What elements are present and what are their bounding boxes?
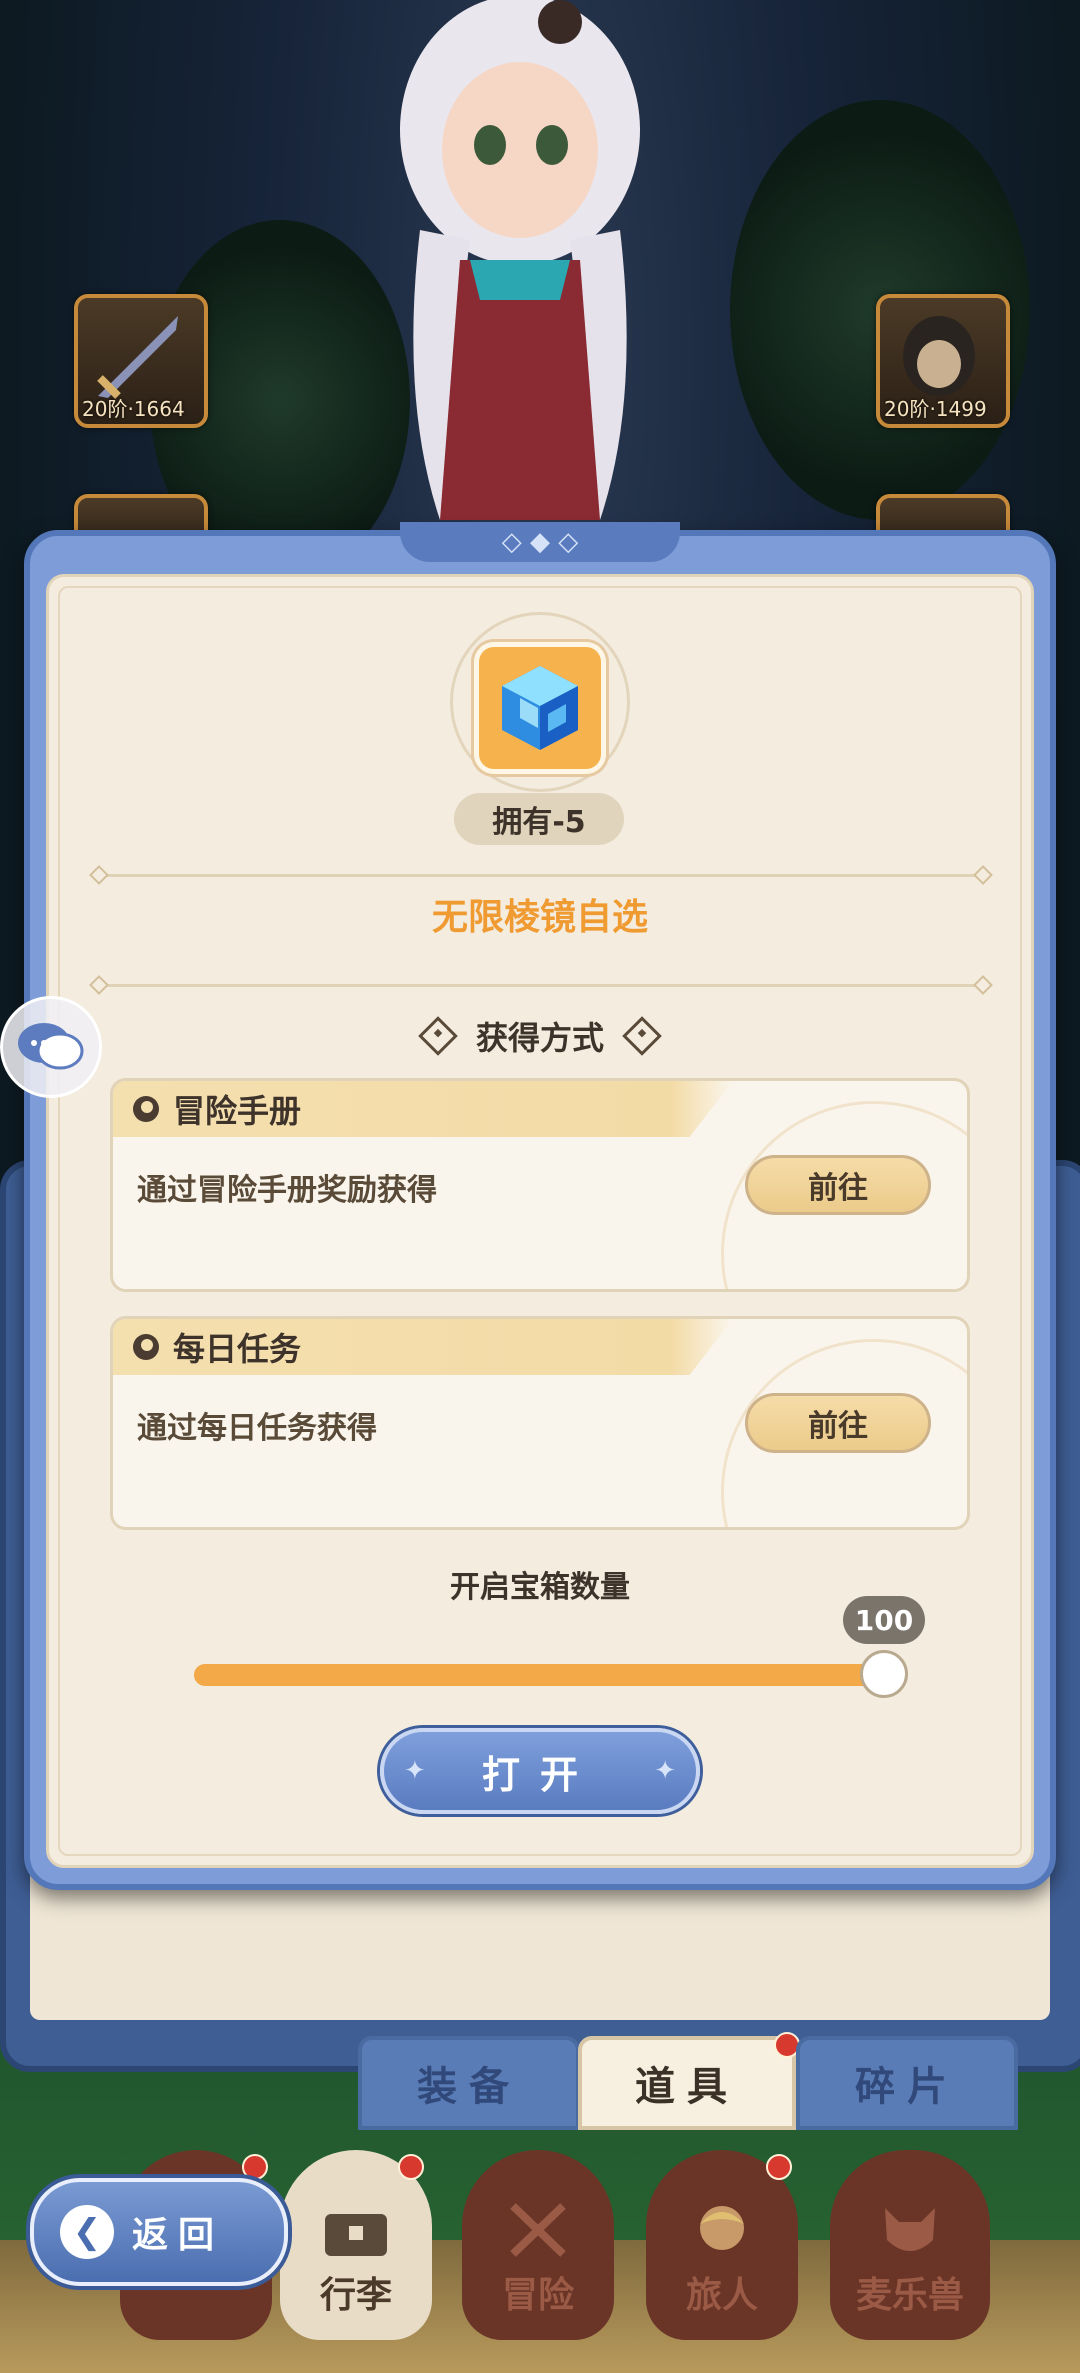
slider-fill xyxy=(194,1664,884,1686)
nav-label: 冒险 xyxy=(501,2275,574,2316)
notification-dot xyxy=(398,2154,424,2180)
tab-equipment[interactable]: 装备 xyxy=(358,2036,580,2130)
slider-thumb[interactable] xyxy=(860,1650,908,1698)
slot-level-text: 20阶·1499 xyxy=(884,397,987,421)
open-button-label: 打开 xyxy=(481,1752,598,1797)
open-button[interactable]: ✦ 打开 ✦ xyxy=(380,1728,700,1814)
player-character xyxy=(400,0,640,520)
notification-dot xyxy=(766,2154,792,2180)
back-button[interactable]: ❮ 返回 xyxy=(30,2178,288,2286)
go-button-label: 前往 xyxy=(808,1171,868,1206)
ornament-text: ◇ ◆ ◇ xyxy=(501,527,579,557)
diamond-icon xyxy=(418,1016,458,1056)
tab-items[interactable]: 道具 xyxy=(578,2032,800,2130)
traveler-icon xyxy=(700,2206,744,2250)
open-count-label: 开启宝箱数量 xyxy=(450,1570,630,1605)
nav-label: 行李 xyxy=(319,2275,392,2316)
nav-label: 旅人 xyxy=(685,2275,758,2316)
tab-label: 碎片 xyxy=(855,2064,959,2110)
nav-luggage[interactable]: 行李 xyxy=(280,2150,432,2340)
tab-label: 装备 xyxy=(417,2064,521,2110)
chest-icon xyxy=(325,2214,387,2256)
slider-value-bubble: 100 xyxy=(843,1596,925,1644)
sparkle-icon: ✦ xyxy=(654,1756,676,1786)
go-button[interactable]: 前往 xyxy=(745,1155,931,1215)
slot-level-text: 20阶·1664 xyxy=(82,397,185,421)
moon-icon xyxy=(133,1096,159,1122)
nav-adventure[interactable]: 冒险 xyxy=(462,2150,614,2340)
back-button-label: 返回 xyxy=(132,2215,225,2256)
divider-top xyxy=(98,874,982,877)
sparkle-icon: ✦ xyxy=(404,1756,426,1786)
card-header: 每日任务 xyxy=(113,1319,733,1375)
crossed-swords-icon xyxy=(510,2203,566,2257)
sword-slot[interactable]: 20阶·1664 xyxy=(74,294,208,428)
prism-cube-icon xyxy=(502,666,578,750)
diamond-icon xyxy=(622,1016,662,1056)
card-header: 冒险手册 xyxy=(113,1081,733,1137)
pet-icon xyxy=(885,2208,935,2251)
card-title: 冒险手册 xyxy=(173,1092,302,1130)
owned-count-text: 拥有-5 xyxy=(492,805,586,840)
helmet-slot[interactable]: 20阶·1499 xyxy=(876,294,1010,428)
nav-pet[interactable]: 麦乐兽 xyxy=(830,2150,990,2340)
acquire-methods-title: 获得方式 xyxy=(0,1013,1080,1059)
card-description: 通过每日任务获得 xyxy=(137,1411,377,1446)
source-card-adventure-handbook: 冒险手册 通过冒险手册奖励获得 前往 xyxy=(110,1078,970,1292)
section-title-text: 获得方式 xyxy=(475,1019,604,1057)
back-arrow-icon: ❮ xyxy=(60,2205,114,2259)
go-button-label: 前往 xyxy=(808,1409,868,1444)
item-name: 无限棱镜自选 xyxy=(431,897,648,938)
card-description: 通过冒险手册奖励获得 xyxy=(137,1173,437,1208)
tab-fragments[interactable]: 碎片 xyxy=(796,2036,1018,2130)
tab-label: 道具 xyxy=(635,2064,739,2110)
notification-dot xyxy=(242,2154,268,2180)
nav-traveler[interactable]: 旅人 xyxy=(646,2150,798,2340)
item-icon-frame xyxy=(474,642,606,774)
open-count-slider-track[interactable] xyxy=(194,1664,884,1686)
nav-label: 麦乐兽 xyxy=(855,2275,964,2316)
owned-count-badge: 拥有-5 xyxy=(454,793,624,845)
divider-bottom xyxy=(98,984,982,987)
source-card-daily-tasks: 每日任务 通过每日任务获得 前往 xyxy=(110,1316,970,1530)
moon-icon xyxy=(133,1334,159,1360)
card-title: 每日任务 xyxy=(173,1330,302,1368)
go-button[interactable]: 前往 xyxy=(745,1393,931,1453)
modal-top-ornament: ◇ ◆ ◇ xyxy=(400,522,680,562)
